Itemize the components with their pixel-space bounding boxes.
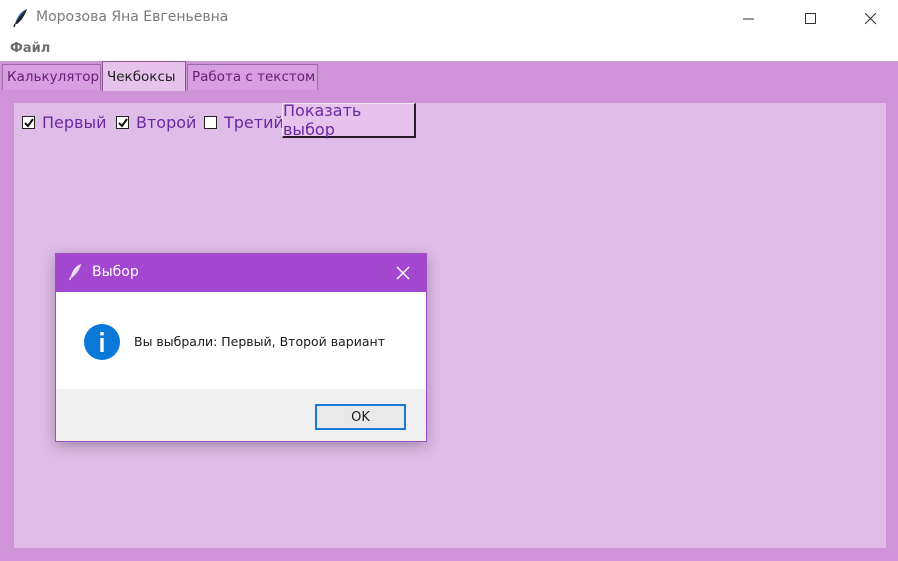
close-icon [396,266,410,280]
tab-checkboxes[interactable]: Чекбоксы [102,61,186,91]
dialog-title: Выбор [92,264,139,280]
show-selection-button[interactable]: Показать выбор [282,101,416,139]
info-icon [83,323,121,361]
feather-icon [68,263,84,285]
dialog-footer: OK [56,389,426,441]
checkbox-label: Первый [42,112,107,132]
tab-calculator[interactable]: Калькулятор [2,64,101,90]
close-icon [865,12,877,24]
checkbox-third[interactable]: Третий [204,112,284,132]
checkmark-icon [24,117,34,128]
checkbox-box[interactable] [204,115,217,129]
checkbox-label: Третий [224,112,284,132]
tab-text[interactable]: Работа с текстом [187,64,318,90]
dialog-title-bar: Выбор [56,254,426,292]
message-dialog: Выбор Вы выбрали: Первый, Второй вариант… [55,253,427,442]
maximize-icon [805,12,816,24]
ok-button[interactable]: OK [315,404,406,430]
close-window-button[interactable] [848,0,894,37]
feather-icon [12,8,30,28]
checkbox-box[interactable] [22,115,35,129]
checkmark-icon [118,117,128,128]
menu-bar: Файл [0,38,898,60]
checkbox-box[interactable] [116,115,129,129]
checkbox-first[interactable]: Первый [22,112,107,132]
menu-file[interactable]: Файл [10,41,50,56]
dialog-message: Вы выбрали: Первый, Второй вариант [134,334,385,349]
maximize-button[interactable] [788,0,834,37]
title-bar: Морозова Яна Евгеньевна [0,0,898,37]
dialog-close-button[interactable] [396,265,410,284]
checkbox-label: Второй [136,112,197,132]
checkbox-second[interactable]: Второй [116,112,196,132]
window-title: Морозова Яна Евгеньевна [36,9,229,25]
minimize-icon [743,18,754,19]
minimize-button[interactable] [726,0,772,37]
